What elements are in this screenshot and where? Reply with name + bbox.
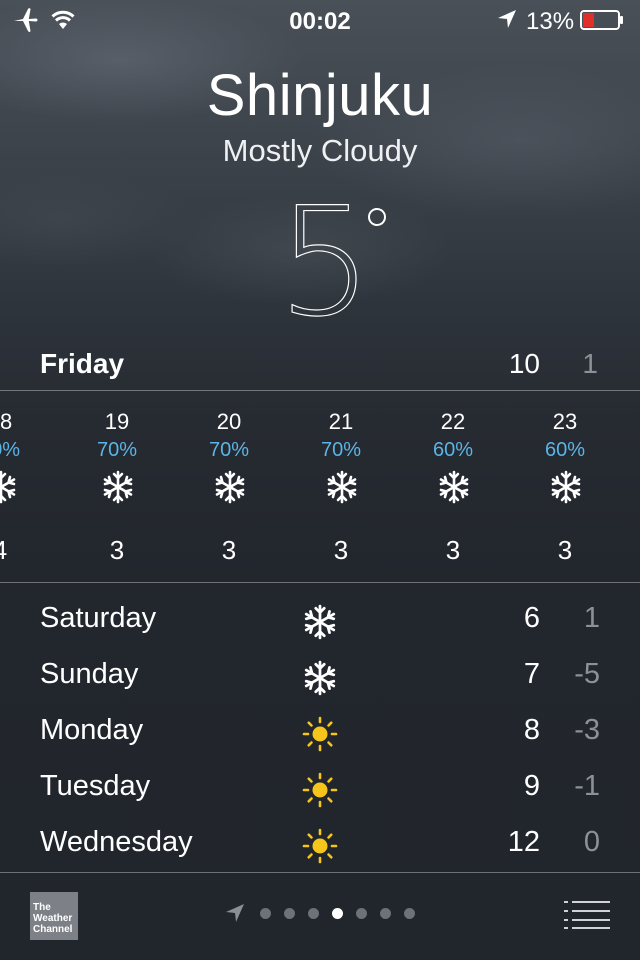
location-arrow-icon[interactable] bbox=[224, 902, 246, 924]
page-dot[interactable] bbox=[260, 908, 271, 919]
hourly-item: 22 60% 3 bbox=[397, 392, 509, 582]
hour-precip-chance: 70% bbox=[96, 439, 138, 461]
degree-symbol bbox=[368, 208, 386, 226]
sun-icon bbox=[302, 772, 338, 808]
day-high-temp: 8 bbox=[523, 714, 540, 746]
today-day-label: Friday bbox=[40, 348, 125, 379]
daily-row: Tuesday 9 -1 bbox=[0, 758, 640, 814]
hour-precip-chance: 70% bbox=[208, 439, 250, 461]
bottom-toolbar: The Weather Channel bbox=[0, 872, 640, 960]
hour-label: 23 bbox=[552, 409, 578, 434]
hourly-forecast[interactable]: 18 70% 4 19 70% 3 20 70% 3 21 70% 3 22 6… bbox=[0, 392, 640, 582]
page-indicator[interactable] bbox=[260, 908, 430, 920]
snowflake-icon bbox=[215, 470, 245, 504]
hour-temperature: 3 bbox=[557, 535, 573, 565]
battery-percent: 13% bbox=[526, 8, 575, 35]
sun-icon bbox=[302, 828, 338, 864]
sun-icon bbox=[302, 716, 338, 752]
snowflake-icon bbox=[304, 660, 336, 696]
snowflake-icon bbox=[439, 470, 469, 504]
day-name: Monday bbox=[40, 714, 144, 746]
hour-temperature: 3 bbox=[333, 535, 349, 565]
hour-temperature: 3 bbox=[109, 535, 125, 565]
page-dot[interactable] bbox=[356, 908, 367, 919]
day-low-temp: -5 bbox=[574, 658, 600, 690]
hourly-item: 21 70% 3 bbox=[285, 392, 397, 582]
snowflake-icon bbox=[304, 604, 336, 640]
day-name: Tuesday bbox=[40, 770, 151, 802]
hourly-item: 20 70% 3 bbox=[173, 392, 285, 582]
page-dot-active[interactable] bbox=[332, 908, 343, 919]
day-name: Sunday bbox=[40, 658, 139, 690]
page-dot[interactable] bbox=[404, 908, 415, 919]
hour-precip-chance: 70% bbox=[0, 439, 21, 461]
hour-label: 22 bbox=[440, 409, 466, 434]
hour-precip-chance: 70% bbox=[320, 439, 362, 461]
weather-channel-logo-text: The Weather Channel bbox=[33, 902, 73, 935]
page-dot[interactable] bbox=[380, 908, 391, 919]
battery-icon bbox=[580, 10, 623, 30]
city-name: Shinjuku bbox=[206, 63, 434, 128]
page-dot[interactable] bbox=[308, 908, 319, 919]
day-low-temp: 0 bbox=[583, 826, 600, 858]
daily-row: Sunday 7 -5 bbox=[0, 646, 640, 702]
daily-row: Saturday 6 1 bbox=[0, 590, 640, 646]
daily-row: Wednesday 12 0 bbox=[0, 814, 640, 870]
hour-temperature: 3 bbox=[445, 535, 461, 565]
daily-forecast[interactable]: Saturday 6 1 Sunday 7 -5 Monday 8 -3 Tue… bbox=[0, 590, 640, 870]
list-icon[interactable] bbox=[564, 900, 610, 930]
daily-row: Monday 8 -3 bbox=[0, 702, 640, 758]
hour-label: 21 bbox=[328, 409, 354, 434]
snowflake-icon bbox=[0, 470, 16, 504]
today-high-temp: 10 bbox=[508, 348, 540, 379]
current-temperature: 5 bbox=[277, 192, 374, 322]
hourly-item: 18 70% 4 bbox=[0, 392, 56, 582]
hour-precip-chance: 60% bbox=[432, 439, 474, 461]
hour-label: 20 bbox=[216, 409, 242, 434]
day-low-temp: -1 bbox=[574, 770, 600, 802]
hourly-item: 19 70% 3 bbox=[61, 392, 173, 582]
hourly-item: 23 60% 3 bbox=[509, 392, 621, 582]
temperature-value: 5 bbox=[277, 192, 372, 322]
day-high-temp: 7 bbox=[523, 658, 540, 690]
snowflake-icon bbox=[551, 470, 581, 504]
weather-channel-logo[interactable]: The Weather Channel bbox=[30, 892, 78, 940]
today-summary-row: Friday 10 1 bbox=[0, 340, 640, 390]
today-low-temp: 1 bbox=[582, 348, 598, 379]
location-arrow-icon bbox=[498, 10, 516, 28]
hour-temperature: 3 bbox=[221, 535, 237, 565]
day-high-temp: 12 bbox=[507, 826, 540, 858]
hour-label: 19 bbox=[104, 409, 130, 434]
hour-label: 18 bbox=[0, 409, 13, 434]
page-dot[interactable] bbox=[284, 908, 295, 919]
day-low-temp: -3 bbox=[574, 714, 600, 746]
hour-temperature: 4 bbox=[0, 535, 56, 566]
snowflake-icon bbox=[327, 470, 357, 504]
hour-precip-chance: 60% bbox=[544, 439, 586, 461]
status-bar: 00:02 13% bbox=[0, 0, 640, 40]
day-high-temp: 9 bbox=[523, 770, 540, 802]
snowflake-icon bbox=[103, 470, 133, 504]
day-high-temp: 6 bbox=[523, 602, 540, 634]
day-name: Saturday bbox=[40, 602, 157, 634]
divider bbox=[0, 582, 640, 583]
day-name: Wednesday bbox=[40, 826, 193, 858]
weather-condition: Mostly Cloudy bbox=[222, 133, 418, 168]
day-low-temp: 1 bbox=[583, 602, 600, 634]
divider bbox=[0, 390, 640, 391]
